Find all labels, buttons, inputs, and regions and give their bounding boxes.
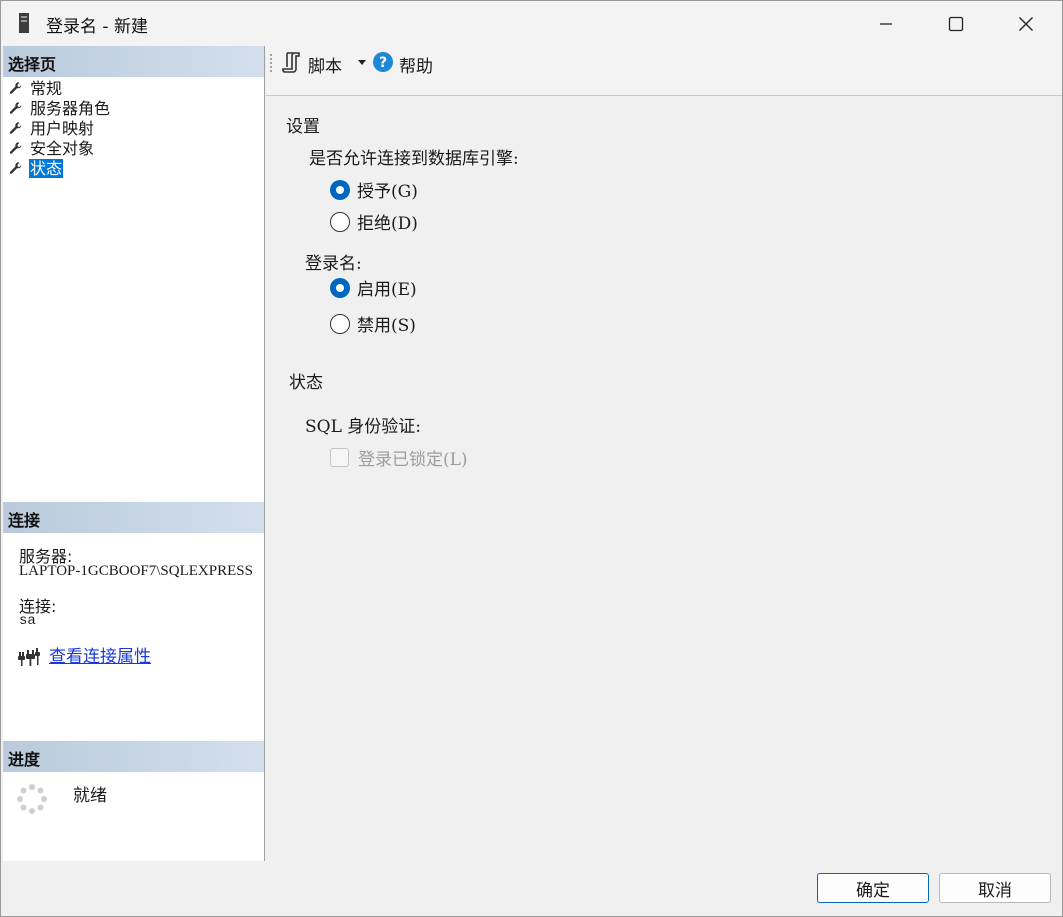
login-label: 登录名: [305, 254, 362, 274]
deny-radio[interactable]: 拒绝(D) [330, 209, 418, 234]
disable-radio[interactable]: 禁用(S) [330, 311, 416, 336]
page-item-label: 安全对象 [30, 138, 95, 158]
status-group-title: 状态 [289, 373, 323, 393]
title-bar: 登录名 - 新建 [1, 1, 1062, 46]
ok-button[interactable]: 确定 [817, 873, 929, 903]
disable-radio-label: 禁用(S) [357, 316, 416, 336]
minimize-button[interactable] [851, 1, 921, 46]
page-item-label: 服务器角色 [30, 98, 111, 118]
cancel-button[interactable]: 取消 [939, 873, 1051, 903]
progress-header: 进度 [3, 741, 264, 772]
select-page-header: 选择页 [3, 46, 264, 77]
page-item-label: 常规 [30, 78, 63, 98]
checkbox-disabled-icon [330, 448, 349, 467]
svg-text:?: ? [379, 55, 387, 71]
dialog-button-bar: 确定 取消 [1, 861, 1062, 916]
radio-checked-icon [330, 179, 350, 200]
toolbar-grip [270, 54, 273, 72]
page-item-label: 用户映射 [30, 118, 95, 138]
login-locked-label: 登录已锁定(L) [358, 450, 468, 470]
radio-checked-icon [330, 277, 350, 298]
wrench-icon [9, 162, 22, 174]
wrench-icon [9, 122, 22, 134]
view-connection-properties-link[interactable]: 查看连接属性 [49, 642, 151, 667]
progress-spinner-icon [17, 784, 47, 814]
page-item-user-mapping[interactable]: 用户映射 [9, 118, 111, 138]
login-locked-checkbox[interactable]: 登录已锁定(L) [330, 445, 468, 470]
wrench-icon [9, 102, 22, 114]
left-pane: 选择页 常规 服务器角色 用户映射 安全对象 状态 连接 服务器: LAPTOP… [3, 46, 265, 861]
right-pane: 脚本 ? 帮助 设置 是否允许连接到数据库引擎: 授予(G) 拒绝(D) 登录名… [266, 46, 1062, 861]
help-icon[interactable]: ? [372, 51, 394, 73]
enable-radio-label: 启用(E) [357, 280, 417, 300]
page-item-server-roles[interactable]: 服务器角色 [9, 98, 111, 118]
server-icon [19, 13, 29, 33]
connection-value: sa [19, 613, 36, 629]
sql-auth-label: SQL 身份验证: [305, 417, 422, 437]
wrench-icon [9, 142, 22, 154]
page-item-general[interactable]: 常规 [9, 78, 111, 98]
help-button[interactable]: 帮助 [399, 52, 433, 77]
window-title: 登录名 - 新建 [46, 17, 148, 37]
maximize-icon [948, 16, 964, 31]
script-dropdown-icon[interactable] [358, 60, 366, 65]
script-button[interactable]: 脚本 [308, 52, 342, 77]
deny-radio-label: 拒绝(D) [357, 214, 418, 234]
minimize-icon [880, 22, 892, 25]
permission-question: 是否允许连接到数据库引擎: [309, 149, 519, 169]
close-icon [1019, 16, 1033, 31]
script-icon [282, 52, 300, 73]
maximize-button[interactable] [921, 1, 991, 46]
page-list: 常规 服务器角色 用户映射 安全对象 状态 [9, 78, 111, 178]
page-item-label: 状态 [29, 158, 64, 178]
grant-radio[interactable]: 授予(G) [330, 177, 418, 202]
page-item-securables[interactable]: 安全对象 [9, 138, 111, 158]
login-new-dialog: 登录名 - 新建 选择页 常规 服务器角色 用户映射 安全对象 状态 连接 服务… [0, 0, 1063, 917]
plug-icon [18, 648, 40, 666]
radio-unchecked-icon [330, 313, 350, 334]
progress-status: 就绪 [73, 786, 107, 806]
server-value: LAPTOP-1GCBOOF7\SQLEXPRESS [19, 563, 253, 579]
toolbar: 脚本 ? 帮助 [266, 46, 1062, 96]
close-button[interactable] [991, 1, 1061, 46]
settings-group-title: 设置 [286, 117, 320, 137]
connection-header: 连接 [3, 502, 264, 533]
grant-radio-label: 授予(G) [357, 182, 418, 202]
wrench-icon [9, 82, 22, 94]
radio-unchecked-icon [330, 211, 350, 232]
page-item-status[interactable]: 状态 [9, 158, 111, 178]
enable-radio[interactable]: 启用(E) [330, 275, 417, 300]
